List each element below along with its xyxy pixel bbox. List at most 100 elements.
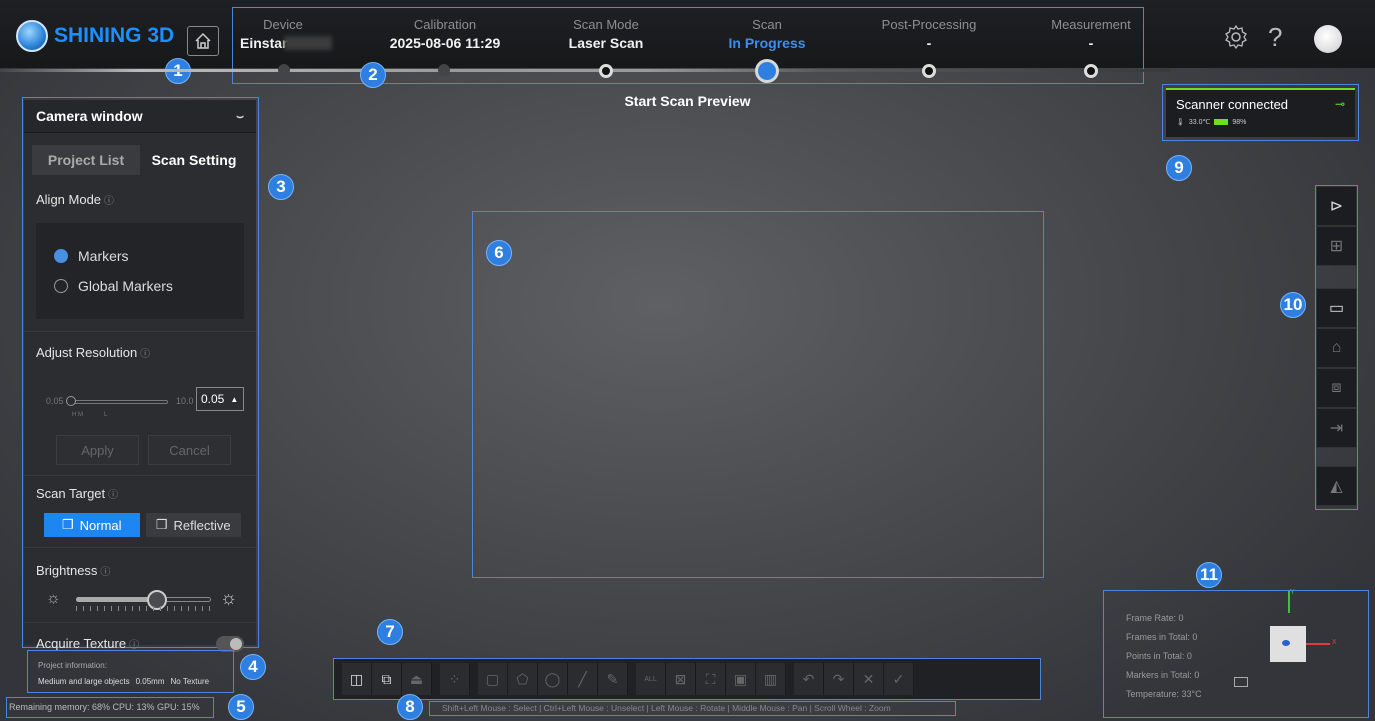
thermometer-icon: 🌡 (1176, 119, 1185, 126)
select-all-icon[interactable]: ALL (636, 663, 666, 695)
step-scan-mode[interactable]: Scan Mode Laser Scan (526, 17, 686, 51)
badge-3: 3 (268, 174, 294, 200)
axis-y-label: Y (1290, 589, 1295, 596)
step-value: 2025-08-06 11:29 (389, 35, 501, 51)
align-mode-label: Align Mode (36, 192, 102, 207)
resolution-min: 0.05 (46, 396, 64, 406)
info-icon[interactable]: ⓘ (108, 490, 118, 501)
resolution-label: Adjust Resolution (36, 345, 138, 360)
badge-4: 4 (240, 654, 266, 680)
cancel-icon[interactable]: ✕ (854, 663, 884, 695)
scan-preview-area[interactable] (472, 211, 1044, 578)
globe-logo-icon (16, 20, 48, 52)
view-plane-icon[interactable]: ⏏ (402, 663, 432, 695)
target-label: Reflective (173, 517, 231, 533)
unselect-icon[interactable]: ⊠ (666, 663, 696, 695)
texture-label: Acquire Texture (36, 636, 127, 651)
line-select-icon[interactable]: ╱ (568, 663, 598, 695)
badge-10: 10 (1280, 292, 1306, 318)
step-value: Einstar (240, 35, 288, 51)
axis-x (1306, 643, 1330, 645)
scanner-battery: 98% (1232, 118, 1247, 126)
fit-view-icon[interactable] (1234, 677, 1248, 687)
step-calibration[interactable]: Calibration 2025-08-06 11:29 (365, 17, 525, 51)
info-icon[interactable]: ⓘ (104, 196, 114, 207)
tab-project-list[interactable]: Project List (32, 145, 140, 175)
info-icon[interactable]: ⓘ (100, 567, 110, 578)
mesh-tool-icon[interactable]: ◭ (1316, 466, 1357, 506)
target-reflective-button[interactable]: ❒ Reflective (145, 513, 241, 537)
badge-5: 5 (228, 694, 254, 720)
stat-frames: Frames in Total: 0 (1126, 632, 1198, 642)
step-title: Measurement (1051, 17, 1131, 32)
tab-scan-setting[interactable]: Scan Setting (140, 145, 248, 175)
resolution-slider-handle[interactable] (66, 396, 76, 406)
device-serial-blurred (284, 36, 332, 50)
step-title: Device (263, 17, 303, 32)
window-tool-icon[interactable]: ▭ (1316, 288, 1357, 328)
radio-label: Global Markers (78, 278, 173, 294)
project-resolution: 0.05mm (135, 677, 165, 686)
clean-tool-icon[interactable]: ⌂ (1316, 328, 1357, 368)
info-icon[interactable]: ⓘ (140, 349, 150, 360)
scan-settings-tool-icon[interactable]: ⊳ (1316, 186, 1357, 226)
radio-markers[interactable]: Markers (54, 241, 226, 271)
resolution-input[interactable]: 0.05 ▲ (196, 387, 244, 411)
scan-target-group: ❒ Normal ❒ Reflective (24, 503, 256, 537)
polygon-select-icon[interactable]: ⬠ (508, 663, 538, 695)
stat-frame-rate: Frame Rate: 0 (1126, 613, 1184, 623)
resolution-slider[interactable] (72, 400, 168, 404)
resolution-max: 10.0 (176, 396, 194, 406)
rect-select-icon[interactable]: ▢ (478, 663, 508, 695)
step-measurement[interactable]: Measurement - (1011, 17, 1171, 51)
invert-select-icon[interactable]: ▣ (726, 663, 756, 695)
export-tool-icon[interactable]: ⇥ (1316, 408, 1357, 448)
badge-2: 2 (360, 62, 386, 88)
help-icon[interactable]: ? (1268, 22, 1282, 53)
select-connected-icon[interactable]: ⛶ (696, 663, 726, 695)
step-value: - (926, 35, 932, 51)
radio-global-markers[interactable]: Global Markers (54, 271, 226, 301)
settings-button[interactable] (1223, 24, 1249, 55)
step-title: Calibration (413, 17, 477, 32)
app-logo: SHINING 3D (16, 20, 174, 52)
stat-points: Points in Total: 0 (1126, 651, 1192, 661)
step-value: In Progress (728, 35, 806, 51)
badge-11: 11 (1196, 562, 1222, 588)
toolbar-gap (1316, 448, 1357, 466)
target-normal-button[interactable]: ❒ Normal (44, 513, 140, 537)
apply-button[interactable]: Apply (56, 435, 139, 465)
cancel-button[interactable]: Cancel (148, 435, 231, 465)
point-cloud-icon[interactable]: ⁘ (440, 663, 470, 695)
edit-toolbar: ◫ ⧉ ⏏ ⁘ ▢ ⬠ ◯ ╱ ✎ ALL ⊠ ⛶ ▣ ▥ ↶ ↷ ✕ ✓ (333, 658, 1041, 700)
stepper-up-icon[interactable]: ▲ (230, 395, 238, 404)
cube-reflective-icon: ❒ (155, 517, 168, 532)
toolbar-gap (1316, 266, 1357, 288)
battery-fill (1215, 120, 1228, 124)
project-object: Medium and large objects (38, 677, 130, 686)
orientation-cube[interactable] (1270, 626, 1306, 662)
undo-icon[interactable]: ↶ (794, 663, 824, 695)
avatar[interactable] (1314, 25, 1342, 53)
badge-9: 9 (1166, 155, 1192, 181)
stats-list: Frame Rate: 0 Frames in Total: 0 Points … (1126, 613, 1202, 708)
redo-icon[interactable]: ↷ (824, 663, 854, 695)
delete-icon[interactable]: ▥ (756, 663, 786, 695)
step-device[interactable]: Device Einstar (203, 17, 363, 51)
resolution-actions: Apply Cancel (24, 424, 256, 465)
grid-tool-icon[interactable]: ⊞ (1316, 226, 1357, 266)
confirm-icon[interactable]: ✓ (884, 663, 914, 695)
sun-bright-icon: ☼ (220, 588, 238, 609)
view-front-icon[interactable]: ◫ (342, 663, 372, 695)
eye-closed-icon[interactable]: ⌣ (236, 109, 244, 124)
project-info: Project information: Medium and large ob… (27, 650, 234, 693)
brush-select-icon[interactable]: ✎ (598, 663, 628, 695)
radio-unselected-icon (54, 279, 68, 293)
camera-window-header[interactable]: Camera window ⌣ (24, 100, 256, 133)
puzzle-tool-icon[interactable]: ⧈ (1316, 368, 1357, 408)
progress-track (0, 69, 1170, 72)
view-box-icon[interactable]: ⧉ (372, 663, 402, 695)
lasso-select-icon[interactable]: ◯ (538, 663, 568, 695)
step-post-processing[interactable]: Post-Processing - (849, 17, 1009, 51)
step-scan[interactable]: Scan In Progress (687, 17, 847, 51)
